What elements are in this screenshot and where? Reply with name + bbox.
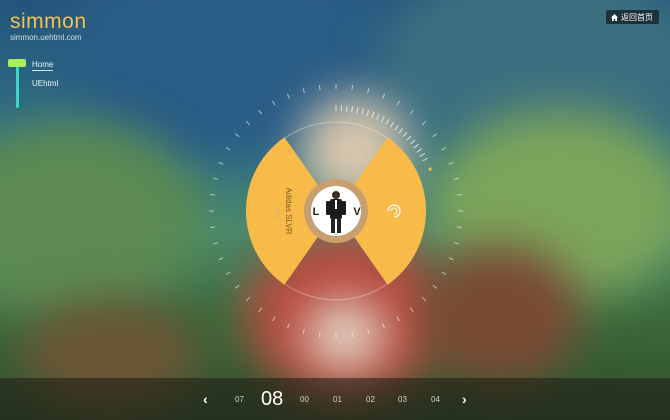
- outer-tick: [318, 331, 321, 337]
- inner-tick: [356, 107, 359, 114]
- outer-tick: [351, 85, 354, 91]
- inner-tick: [413, 143, 419, 149]
- page-item-03[interactable]: 03: [398, 395, 407, 404]
- product-year: 1900: [273, 203, 280, 219]
- inner-tick: [406, 135, 412, 141]
- inner-tick: [390, 121, 395, 128]
- inner-tick: [376, 113, 380, 120]
- outer-tick: [258, 307, 263, 313]
- outer-tick: [441, 147, 447, 151]
- outer-tick: [245, 296, 251, 302]
- inner-tick: [380, 116, 385, 123]
- outer-tick: [432, 133, 438, 138]
- outer-tick: [225, 147, 231, 151]
- outer-tick: [396, 316, 400, 322]
- outer-tick: [234, 284, 240, 289]
- outer-tick: [396, 100, 400, 106]
- dial-marker: [428, 167, 432, 171]
- outer-tick: [409, 109, 414, 115]
- right-letter: V: [353, 206, 361, 218]
- chevron-right-icon[interactable]: ›: [462, 392, 467, 406]
- outer-tick: [302, 88, 305, 94]
- outer-tick: [213, 242, 219, 245]
- outer-tick: [210, 226, 216, 229]
- outer-tick: [225, 271, 231, 275]
- outer-tick: [213, 177, 219, 180]
- outer-tick: [409, 307, 414, 313]
- outer-tick: [272, 100, 276, 106]
- inner-tick: [398, 128, 404, 134]
- page-item-01[interactable]: 01: [333, 395, 342, 404]
- product-name: Adidas SLVR: [284, 188, 293, 235]
- outer-tick: [382, 323, 386, 329]
- outer-tick: [234, 133, 240, 138]
- outer-tick: [351, 331, 354, 337]
- outer-tick: [258, 109, 263, 115]
- product-dial: L V Adidas SLVR 1900: [209, 84, 463, 338]
- outer-tick: [453, 242, 459, 245]
- inner-tick: [351, 106, 354, 113]
- outer-tick: [441, 271, 447, 275]
- outer-tick: [367, 328, 370, 334]
- page-item-00[interactable]: 00: [300, 395, 309, 404]
- outer-tick: [456, 226, 462, 229]
- page-item-07[interactable]: 07: [235, 395, 244, 404]
- outer-tick: [286, 93, 290, 99]
- inner-tick: [409, 139, 416, 145]
- inner-tick: [345, 105, 348, 112]
- outer-tick: [421, 296, 427, 302]
- outer-tick: [218, 161, 224, 165]
- outer-tick: [456, 193, 462, 196]
- page-item-02[interactable]: 02: [366, 395, 375, 404]
- outer-tick: [382, 93, 386, 99]
- inner-tick: [361, 108, 364, 115]
- outer-tick: [286, 323, 290, 329]
- outer-tick: [272, 316, 276, 322]
- outer-tick: [453, 177, 459, 180]
- inner-tick: [366, 110, 370, 117]
- bottom-pagination-bar: ‹ 07 08 00 01 02 03 04 ›: [0, 378, 670, 420]
- inner-tick: [371, 111, 375, 118]
- outer-tick: [245, 120, 251, 126]
- page-item-04[interactable]: 04: [431, 395, 440, 404]
- inner-tick: [402, 131, 408, 138]
- inner-tick: [422, 157, 429, 162]
- outer-tick: [448, 257, 454, 261]
- chevron-left-icon[interactable]: ‹: [203, 392, 208, 406]
- inner-tick: [394, 124, 399, 131]
- inner-tick: [385, 118, 390, 125]
- outer-tick: [318, 85, 321, 91]
- inner-tick: [419, 152, 426, 157]
- outer-tick: [421, 120, 427, 126]
- current-page: 08: [261, 388, 284, 410]
- outer-tick: [210, 193, 216, 196]
- outer-tick: [432, 284, 438, 289]
- inner-tick: [416, 148, 423, 153]
- left-letter: L: [313, 206, 320, 218]
- outer-tick: [367, 88, 370, 94]
- outer-tick: [448, 161, 454, 165]
- outer-tick: [302, 328, 305, 334]
- outer-tick: [218, 257, 224, 261]
